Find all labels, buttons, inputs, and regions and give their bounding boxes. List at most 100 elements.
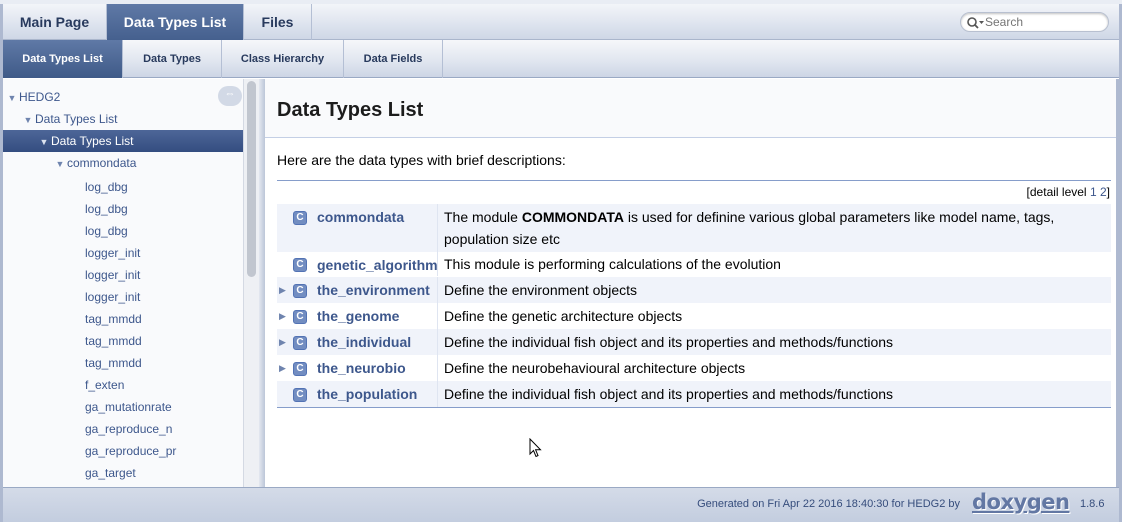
detail-level-2-link[interactable]: 2 [1100, 185, 1107, 199]
table-row: ▶ C the_genome Define the genetic archit… [277, 303, 1111, 329]
class-link-genetic-algorithm[interactable]: genetic_algorithm [317, 257, 438, 273]
detail-level-close: ] [1106, 185, 1110, 199]
version-text: 1.8.6 [1080, 498, 1105, 510]
search-box[interactable] [960, 12, 1109, 32]
tab-files[interactable]: Files [244, 4, 312, 40]
expand-arrow-icon[interactable]: ▼ [5, 87, 19, 109]
nav-item-f-exten[interactable]: f_exten [85, 374, 243, 396]
row-description: Define the genetic architecture objects [444, 308, 683, 324]
nav-item-data-types-list-selected[interactable]: ▼ Data Types List [3, 130, 243, 152]
class-icon: C [293, 211, 307, 225]
table-row: C genetic_algorithm This module is perfo… [277, 252, 1111, 276]
expand-arrow-icon[interactable]: ▼ [37, 131, 51, 153]
expand-triangle-icon[interactable]: ▶ [279, 311, 286, 322]
class-link-the-genome[interactable]: the_genome [317, 308, 399, 324]
desc-bold: COMMONDATA [521, 209, 624, 225]
column-divider [437, 252, 438, 276]
doxygen-logo-link[interactable]: doxygen [972, 490, 1070, 514]
nav-item-commondata[interactable]: ▼ commondata [3, 152, 243, 174]
sync-button[interactable]: ⇔ [218, 86, 242, 106]
column-divider [437, 204, 438, 252]
subtab-data-types-list[interactable]: Data Types List [3, 40, 123, 78]
table-row: C commondata The module COMMONDATA is us… [277, 204, 1111, 252]
nav-item-label: HEDG2 [19, 90, 61, 104]
nav-item-ga-reproduce-pr[interactable]: ga_reproduce_pr [85, 440, 243, 462]
sub-tab-bar: Data Types List Data Types Class Hierarc… [3, 40, 1119, 78]
nav-item-data-types-list[interactable]: ▼ Data Types List [3, 108, 243, 130]
detail-level-1-link[interactable]: 1 [1090, 185, 1097, 199]
footer: Generated on Fri Apr 22 2016 18:40:30 fo… [3, 487, 1119, 522]
column-divider [437, 303, 438, 329]
nav-item-ga-target[interactable]: ga_target [85, 462, 243, 484]
tab-data-types-list[interactable]: Data Types List [107, 4, 244, 40]
nav-tree: ▼ HEDG2 ▼ Data Types List ▼ Data Types List… [3, 79, 243, 487]
expand-triangle-icon[interactable]: ▶ [279, 285, 286, 296]
class-link-the-individual[interactable]: the_individual [317, 334, 411, 350]
class-link-the-population[interactable]: the_population [317, 386, 417, 402]
list-top-border [277, 180, 1111, 181]
nav-item-tag-mmdd[interactable]: tag_mmdd [85, 330, 243, 352]
table-row: C the_population Define the individual f… [277, 381, 1111, 407]
subtab-class-hierarchy[interactable]: Class Hierarchy [222, 40, 344, 78]
nav-item-hedg2[interactable]: ▼ HEDG2 [3, 86, 243, 108]
nav-item-logger-init[interactable]: logger_init [85, 242, 243, 264]
right-border [1116, 79, 1119, 487]
expand-arrow-icon[interactable]: ▼ [53, 153, 67, 175]
intro-text: Here are the data types with brief descr… [277, 152, 566, 168]
desc-text: The module [444, 209, 522, 225]
nav-item-logger-init[interactable]: logger_init [85, 264, 243, 286]
table-row: ▶ C the_neurobio Define the neurobehavio… [277, 355, 1111, 381]
mouse-cursor-icon [529, 438, 542, 458]
nav-item-ga-reproduce-n[interactable]: ga_reproduce_n [85, 418, 243, 440]
nav-item-log-dbg[interactable]: log_dbg [85, 220, 243, 242]
tab-main-page[interactable]: Main Page [3, 4, 107, 40]
expand-arrow-icon[interactable]: ▼ [21, 109, 35, 131]
column-divider [437, 329, 438, 355]
row-description: Define the environment objects [444, 282, 637, 298]
nav-item-label: commondata [67, 156, 137, 170]
table-row: ▶ C the_individual Define the individual… [277, 329, 1111, 355]
nav-item-tag-mmdd[interactable]: tag_mmdd [85, 352, 243, 374]
class-icon: C [293, 284, 307, 298]
nav-item-log-dbg[interactable]: log_dbg [85, 176, 243, 198]
expand-triangle-icon[interactable]: ▶ [279, 363, 286, 374]
table-row: ▶ C the_environment Define the environme… [277, 277, 1111, 303]
scrollbar-thumb[interactable] [247, 81, 256, 277]
row-description: Define the neurobehavioural architecture… [444, 360, 746, 376]
main-content: Data Types List Here are the data types … [265, 79, 1116, 487]
main-tab-bar: Main Page Data Types List Files [3, 4, 1119, 40]
class-icon: C [293, 362, 307, 376]
detail-level-label: [detail level [1026, 185, 1087, 199]
footer-text: Generated on Fri Apr 22 2016 18:40:30 fo… [697, 498, 960, 510]
search-icon[interactable] [966, 16, 984, 30]
nav-item-tag-mmdd[interactable]: tag_mmdd [85, 308, 243, 330]
nav-item-ga-mutationrate[interactable]: ga_mutationrate [85, 396, 243, 418]
class-link-the-neurobio[interactable]: the_neurobio [317, 360, 406, 376]
row-description: The module COMMONDATA is used for defini… [444, 206, 1104, 250]
expand-triangle-icon[interactable]: ▶ [279, 337, 286, 348]
class-icon: C [293, 310, 307, 324]
row-description: Define the individual fish object and it… [444, 334, 894, 350]
list-bottom-border [277, 407, 1111, 408]
class-link-commondata[interactable]: commondata [317, 209, 404, 225]
page-header: Data Types List [265, 79, 1116, 138]
class-link-the-environment[interactable]: the_environment [317, 282, 430, 298]
sidebar-scrollbar[interactable] [243, 79, 259, 487]
row-description: Define the individual fish object and it… [444, 386, 894, 402]
column-divider [437, 381, 438, 407]
page-title: Data Types List [277, 99, 424, 121]
sync-arrows-icon: ⇔ [224, 88, 236, 100]
column-divider [437, 277, 438, 303]
subtab-data-types[interactable]: Data Types [123, 40, 222, 78]
class-icon: C [293, 388, 307, 402]
search-input[interactable] [985, 14, 1105, 30]
nav-item-logger-init[interactable]: logger_init [85, 286, 243, 308]
nav-item-label: Data Types List [51, 134, 134, 148]
class-icon: C [293, 258, 307, 272]
nav-item-label: Data Types List [35, 112, 118, 126]
column-divider [437, 355, 438, 381]
row-description: This module is performing calculations o… [444, 256, 781, 272]
nav-item-log-dbg[interactable]: log_dbg [85, 198, 243, 220]
class-icon: C [293, 336, 307, 350]
subtab-data-fields[interactable]: Data Fields [344, 40, 443, 78]
